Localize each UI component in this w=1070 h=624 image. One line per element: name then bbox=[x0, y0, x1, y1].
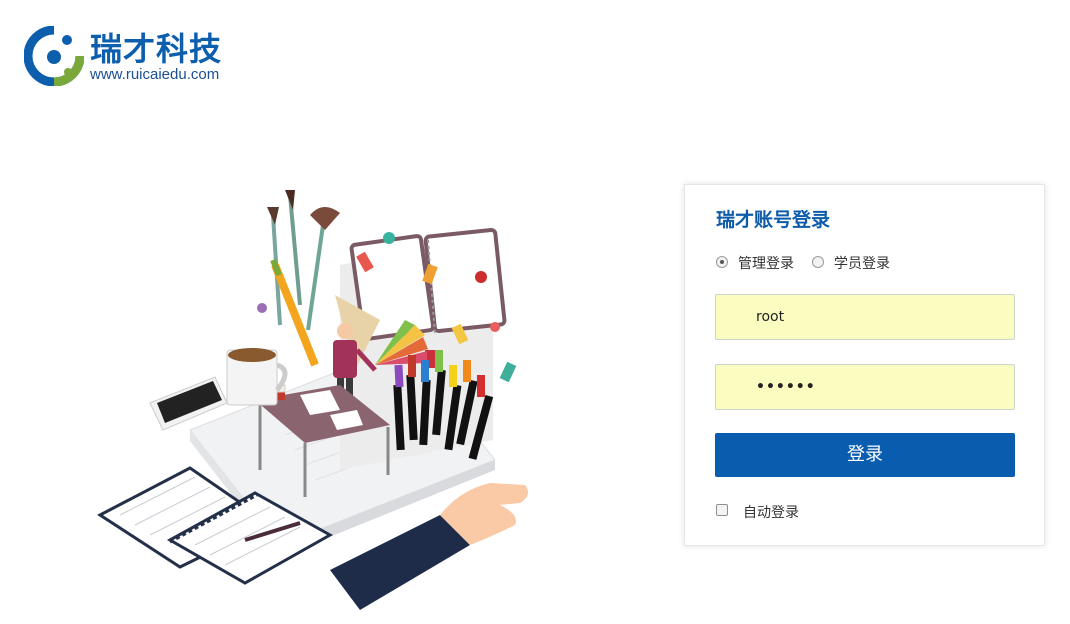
auto-login-label[interactable]: 自动登录 bbox=[743, 502, 799, 522]
login-button[interactable]: 登录 bbox=[715, 433, 1015, 477]
design-workspace-illustration bbox=[97, 190, 529, 610]
paintbrushes-icon bbox=[267, 190, 340, 367]
brand-name: 瑞才科技 bbox=[90, 30, 223, 68]
admin-login-radio[interactable] bbox=[716, 256, 728, 268]
login-title: 瑞才账号登录 bbox=[716, 209, 831, 231]
username-input[interactable]: root bbox=[715, 294, 1015, 340]
brand-url: www.ruicaiedu.com bbox=[90, 66, 220, 83]
student-login-radio[interactable] bbox=[812, 256, 824, 268]
login-panel: 瑞才账号登录 管理登录 学员登录 root •••••• 登录 自动登录 bbox=[684, 184, 1045, 546]
ruicai-logo-icon bbox=[24, 26, 84, 86]
student-login-label[interactable]: 学员登录 bbox=[834, 253, 890, 273]
coffee-mug-icon bbox=[226, 348, 288, 406]
auto-login-checkbox[interactable] bbox=[716, 504, 728, 516]
admin-login-label[interactable]: 管理登录 bbox=[738, 253, 794, 273]
brand-logo[interactable]: 瑞才科技 www.ruicaiedu.com bbox=[24, 26, 264, 86]
password-input[interactable]: •••••• bbox=[715, 364, 1015, 410]
